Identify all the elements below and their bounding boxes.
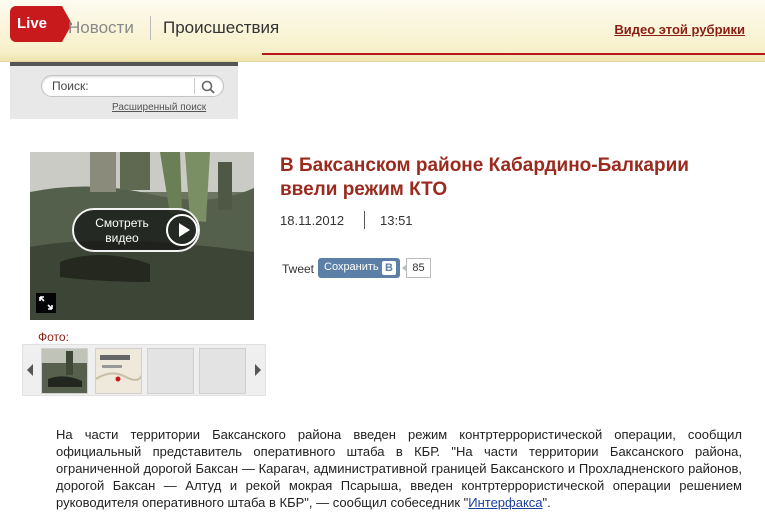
carousel-next-icon[interactable] [255,364,261,376]
photo-thumbnail[interactable] [41,348,88,394]
fullscreen-icon[interactable] [36,293,56,313]
search-box[interactable]: Поиск: [41,75,224,97]
vk-save-label: Сохранить [324,261,379,273]
article-headline: В Баксанском районе Кабардино-Балкарии в… [280,155,689,200]
nav-link-news[interactable]: Новости [68,18,134,38]
photo-thumbnail-empty[interactable] [199,348,246,394]
map-thumbnail-image [96,349,141,393]
header-red-rule [262,53,765,55]
source-link[interactable]: Интерфакса [468,495,542,510]
vk-share-count: 85 [402,258,431,278]
search-panel: Поиск: Расширенный поиск [10,62,238,119]
article-date: 18.11.2012 [280,213,345,228]
photo-thumbnail-image [42,349,87,393]
article-body: На части территории Баксанского района в… [56,426,742,511]
search-divider [194,78,195,94]
article-body-tail: ". [542,495,551,510]
article-body-text: На части территории Баксанского района в… [56,427,742,510]
photo-carousel [22,344,266,396]
carousel-prev-icon[interactable] [27,364,33,376]
search-label: Поиск: [52,79,89,93]
photo-thumbnail[interactable] [95,348,142,394]
nav-section-title[interactable]: Происшествия [163,18,279,38]
vk-save-button[interactable]: Сохранить В [318,258,400,278]
section-video-link[interactable]: Видео этой рубрики [614,22,745,37]
photo-thumbnail-empty[interactable] [147,348,194,394]
tweet-button[interactable]: Tweet [282,262,314,276]
vk-logo-icon: В [382,261,396,275]
nav-divider [150,16,151,40]
search-panel-strip [10,62,238,66]
play-icon [166,214,198,246]
live-logo[interactable]: Live [10,6,72,42]
watch-video-label: Смотреть видео [95,216,149,245]
date-time-divider [364,211,365,229]
video-player-thumbnail[interactable]: Смотреть видео [30,152,254,320]
photo-label: Фото: [38,330,69,344]
watch-video-button[interactable]: Смотреть видео [72,208,200,252]
advanced-search-link[interactable]: Расширенный поиск [112,102,206,113]
article-time: 13:51 [380,213,413,228]
search-input[interactable] [90,78,190,94]
search-icon[interactable] [200,79,216,95]
